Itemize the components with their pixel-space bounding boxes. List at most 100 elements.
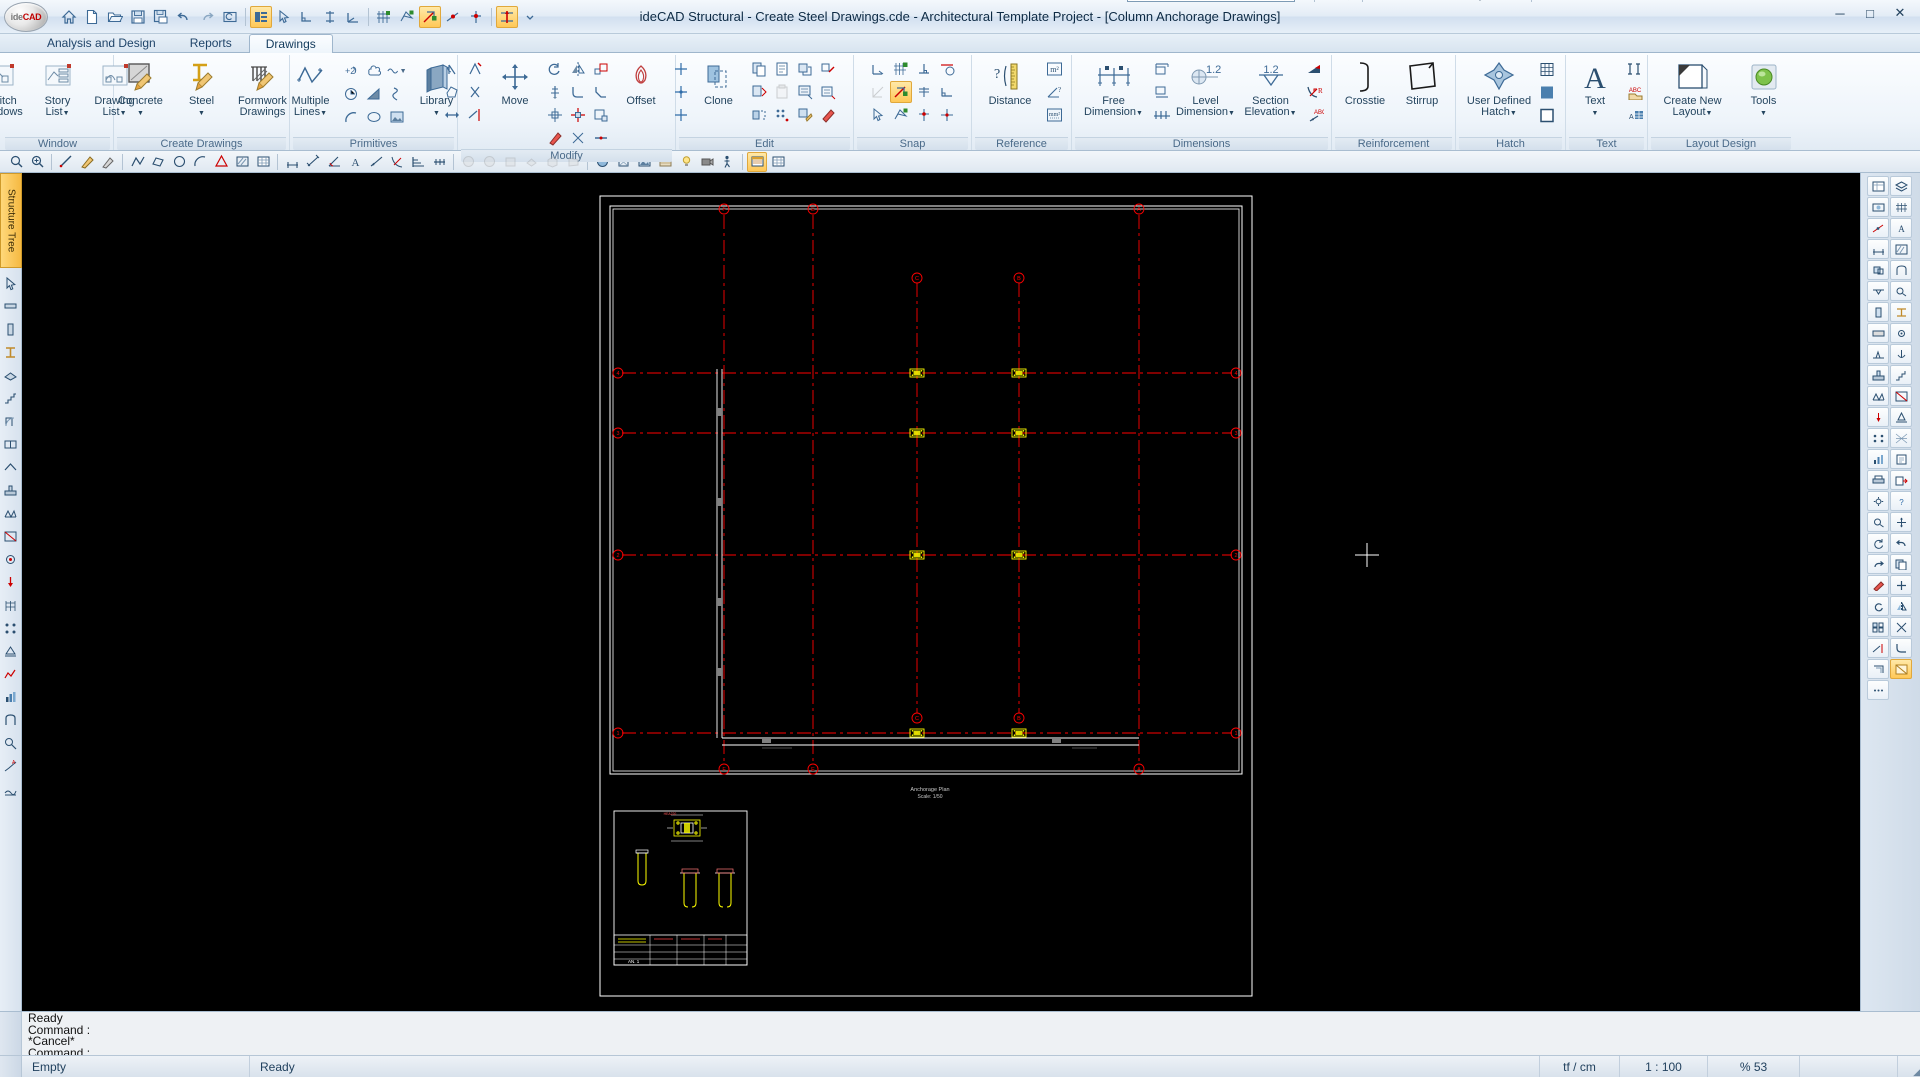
radius-dimension-icon[interactable]: R	[1304, 81, 1326, 103]
status-units[interactable]: tf / cm	[1540, 1056, 1620, 1077]
empty-hatch-icon[interactable]	[1536, 104, 1558, 126]
rect-tool-icon[interactable]	[148, 152, 168, 172]
dim-angular-icon[interactable]	[324, 152, 344, 172]
pointer-tool-icon[interactable]	[1, 273, 21, 293]
ortho-icon[interactable]	[296, 6, 318, 28]
node-tool-icon[interactable]	[1, 618, 21, 638]
plot-preview-icon[interactable]	[747, 152, 767, 172]
user-defined-hatch-button[interactable]: User DefinedHatch▼	[1463, 58, 1535, 119]
intersection-snap-icon[interactable]	[936, 104, 958, 126]
light-icon[interactable]	[676, 152, 696, 172]
scale-icon[interactable]	[590, 58, 612, 80]
block-edit-icon[interactable]	[590, 104, 612, 126]
rr-section-icon[interactable]	[1867, 281, 1889, 301]
zoom-extents-icon[interactable]	[27, 152, 47, 172]
save-icon[interactable]	[127, 6, 149, 28]
perpendicular-snap-icon[interactable]	[913, 58, 935, 80]
copy-icon[interactable]	[748, 58, 770, 80]
table-tool-icon[interactable]	[253, 152, 273, 172]
rr-hatch-icon[interactable]	[1890, 239, 1912, 259]
grid-hatch-icon[interactable]	[1536, 58, 1558, 80]
move-button[interactable]: Move	[487, 58, 543, 107]
elevation-lock-icon[interactable]	[496, 6, 518, 28]
rr-support-icon[interactable]	[1890, 407, 1912, 427]
offset-button[interactable]: Offset	[613, 58, 669, 107]
walkthrough-icon[interactable]	[718, 152, 738, 172]
text-style-icon[interactable]	[1624, 58, 1646, 80]
polyline-tool-icon[interactable]	[127, 152, 147, 172]
mirror-vertical-icon[interactable]	[567, 58, 589, 80]
rr-truss-icon[interactable]	[1867, 386, 1889, 406]
line-draw-icon[interactable]	[56, 152, 76, 172]
midpoint-snap-icon[interactable]	[913, 81, 935, 103]
rr-block-icon[interactable]	[1867, 260, 1889, 280]
cursor-snap-icon[interactable]	[867, 104, 889, 126]
rr-brace-icon[interactable]	[1890, 386, 1912, 406]
multiple-lines-button[interactable]: MultipleLines▼	[283, 58, 339, 119]
point-snap-icon[interactable]	[465, 6, 487, 28]
bracing-tool-icon[interactable]	[1, 526, 21, 546]
circle-icon[interactable]	[340, 83, 362, 105]
angle-query-icon[interactable]: ?	[1043, 81, 1065, 103]
polar-track-icon[interactable]	[890, 104, 912, 126]
rr-load-icon[interactable]	[1867, 407, 1889, 427]
distance-button[interactable]: ? Distance	[978, 58, 1042, 107]
column-tool-icon[interactable]	[1, 319, 21, 339]
steel-drawings-button[interactable]: Steel▼	[174, 58, 230, 119]
layer-copy-icon[interactable]	[794, 81, 816, 103]
layer-move-icon[interactable]	[817, 81, 839, 103]
align-icon[interactable]	[544, 81, 566, 103]
rr-rotate-icon[interactable]	[1867, 596, 1889, 616]
section-elevation-button[interactable]: 1.2 SectionElevation▼	[1239, 58, 1303, 119]
layers-icon[interactable]	[1320, 0, 1337, 2]
text-table-icon[interactable]: A	[1624, 104, 1646, 126]
window-tool-icon[interactable]	[1, 434, 21, 454]
rebar-tool-icon[interactable]	[1, 710, 21, 730]
view-persp-icon[interactable]	[563, 152, 583, 172]
analysis-tool-icon[interactable]	[1, 664, 21, 684]
mesh-tool-icon[interactable]	[1, 595, 21, 615]
rr-print-icon[interactable]	[1867, 470, 1889, 490]
object-snap-icon[interactable]	[419, 6, 441, 28]
slope-marker-icon[interactable]	[1304, 58, 1326, 80]
rr-report-icon[interactable]	[1890, 449, 1912, 469]
rr-snap-icon[interactable]	[1867, 218, 1889, 238]
zoom-window-icon[interactable]	[6, 152, 26, 172]
rr-view-icon[interactable]	[1867, 197, 1889, 217]
command-history[interactable]: Ready Command : *Cancel* Command :	[22, 1012, 1920, 1055]
ellipse-icon[interactable]	[363, 106, 385, 128]
object-snap-lock-icon[interactable]	[890, 81, 912, 103]
rr-properties-icon[interactable]	[1867, 176, 1889, 196]
layer-next-icon[interactable]	[479, 152, 499, 172]
pick-object-icon[interactable]	[273, 6, 295, 28]
spline-icon[interactable]: ▼	[386, 60, 408, 82]
ucs-snap-icon[interactable]	[867, 58, 889, 80]
layer-state-icon[interactable]	[1340, 0, 1357, 2]
array-icon[interactable]	[567, 104, 589, 126]
plot-grid-icon[interactable]	[768, 152, 788, 172]
view-front-icon[interactable]	[500, 152, 520, 172]
level-dimension-button[interactable]: 1.2 LevelDimension▼	[1174, 58, 1238, 119]
join-icon[interactable]	[590, 127, 612, 149]
rr-settings-icon[interactable]	[1867, 491, 1889, 511]
import-text-icon[interactable]: ABC	[1624, 81, 1646, 103]
tab-reports[interactable]: Reports	[173, 33, 249, 52]
dim-radius-icon[interactable]	[387, 152, 407, 172]
help-icon[interactable]: ?	[1537, 0, 1552, 1]
concrete-drawings-button[interactable]: Concrete▼	[109, 58, 173, 119]
area-mm2-icon[interactable]: mm²	[1043, 104, 1065, 126]
chamfer-icon[interactable]	[590, 81, 612, 103]
rr-node-icon[interactable]	[1867, 428, 1889, 448]
paste-special-icon[interactable]	[771, 58, 793, 80]
continuous-dimension-icon[interactable]	[1151, 104, 1173, 126]
cut-icon[interactable]	[748, 81, 770, 103]
property-paint-icon[interactable]	[794, 104, 816, 126]
image-icon[interactable]	[386, 106, 408, 128]
copy-to-layer-icon[interactable]	[794, 58, 816, 80]
dim-linear-icon[interactable]	[282, 152, 302, 172]
dimension-style-bottom-icon[interactable]	[1151, 81, 1173, 103]
rr-array-icon[interactable]	[1867, 617, 1889, 637]
style-manager-icon[interactable]	[1510, 0, 1526, 1]
switch-windows-button[interactable]: SwitchWindows	[0, 58, 29, 118]
result-tool-icon[interactable]	[1, 687, 21, 707]
